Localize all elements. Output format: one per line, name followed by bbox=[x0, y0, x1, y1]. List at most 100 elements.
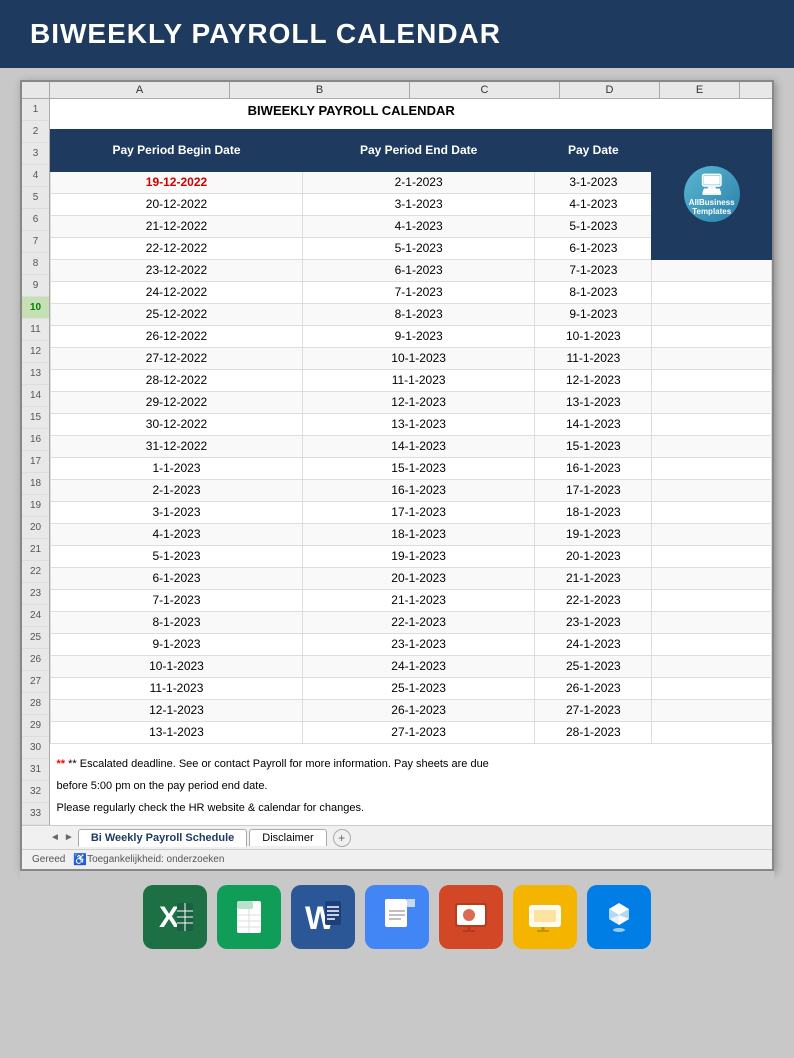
status-bar: Gereed ♿ Toegankelijkheid: onderzoeken bbox=[22, 849, 772, 869]
empty-row-2 bbox=[51, 121, 772, 129]
pay-date: 17-1-2023 bbox=[535, 479, 652, 501]
table-row: 27-12-2022 10-1-2023 11-1-2023 bbox=[51, 347, 772, 369]
tab-next-arrow[interactable]: ► bbox=[64, 832, 74, 843]
row-num-8: 8 bbox=[22, 253, 49, 275]
empty-d bbox=[652, 655, 772, 677]
begin-date: 31-12-2022 bbox=[51, 435, 303, 457]
empty-d bbox=[652, 545, 772, 567]
powerpoint-icon[interactable] bbox=[439, 885, 503, 949]
row-num-32: 32 bbox=[22, 781, 49, 803]
pay-date: 15-1-2023 bbox=[535, 435, 652, 457]
empty-d bbox=[652, 699, 772, 721]
note-text-2: before 5:00 pm on the pay period end dat… bbox=[51, 775, 772, 797]
row-num-header bbox=[22, 82, 50, 98]
end-date: 7-1-2023 bbox=[302, 281, 534, 303]
begin-date: 27-12-2022 bbox=[51, 347, 303, 369]
end-date: 27-1-2023 bbox=[302, 721, 534, 743]
dropbox-icon[interactable] bbox=[587, 885, 651, 949]
begin-date: 6-1-2023 bbox=[51, 567, 303, 589]
tab-add-button[interactable]: + bbox=[333, 829, 351, 847]
title-row: BIWEEKLY PAYROLL CALENDAR bbox=[51, 99, 772, 121]
begin-date: 26-12-2022 bbox=[51, 325, 303, 347]
spreadsheet-body: 1234567891011121314151617181920212223242… bbox=[22, 99, 772, 825]
row-num-13: 13 bbox=[22, 363, 49, 385]
tab-prev-arrow[interactable]: ◄ bbox=[50, 832, 60, 843]
note-row-3: Please regularly check the HR website & … bbox=[51, 797, 772, 819]
pay-date: 9-1-2023 bbox=[535, 303, 652, 325]
logo-line1: AllBusiness bbox=[689, 198, 735, 207]
spreadsheet-table: BIWEEKLY PAYROLL CALENDAR Pay Period Beg… bbox=[50, 99, 772, 819]
row-num-17: 17 bbox=[22, 451, 49, 473]
pay-date: 28-1-2023 bbox=[535, 721, 652, 743]
table-row: 8-1-2023 22-1-2023 23-1-2023 bbox=[51, 611, 772, 633]
logo-circle: 🖥 AllBusiness Templates bbox=[684, 166, 740, 222]
pay-date: 10-1-2023 bbox=[535, 325, 652, 347]
empty-d bbox=[652, 589, 772, 611]
empty-d bbox=[652, 325, 772, 347]
empty-d bbox=[652, 369, 772, 391]
pay-date: 19-1-2023 bbox=[535, 523, 652, 545]
end-date: 3-1-2023 bbox=[302, 193, 534, 215]
table-row: 23-12-2022 6-1-2023 7-1-2023 bbox=[51, 259, 772, 281]
row-num-28: 28 bbox=[22, 693, 49, 715]
tab-biweekly[interactable]: Bi Weekly Payroll Schedule bbox=[78, 829, 247, 847]
logo-cell: 🖥 AllBusiness Templates bbox=[652, 129, 772, 259]
page-title: BIWEEKLY PAYROLL CALENDAR bbox=[30, 18, 501, 50]
empty-d bbox=[652, 523, 772, 545]
end-date: 20-1-2023 bbox=[302, 567, 534, 589]
begin-date: 3-1-2023 bbox=[51, 501, 303, 523]
pay-date: 4-1-2023 bbox=[535, 193, 652, 215]
pay-date: 7-1-2023 bbox=[535, 259, 652, 281]
empty-d bbox=[652, 721, 772, 743]
row-num-24: 24 bbox=[22, 605, 49, 627]
row-num-29: 29 bbox=[22, 715, 49, 737]
pay-date: 5-1-2023 bbox=[535, 215, 652, 237]
pay-date: 16-1-2023 bbox=[535, 457, 652, 479]
pay-date: 6-1-2023 bbox=[535, 237, 652, 259]
pay-date: 23-1-2023 bbox=[535, 611, 652, 633]
table-row: 13-1-2023 27-1-2023 28-1-2023 bbox=[51, 721, 772, 743]
end-date: 22-1-2023 bbox=[302, 611, 534, 633]
row-num-33: 33 bbox=[22, 803, 49, 825]
begin-date: 24-12-2022 bbox=[51, 281, 303, 303]
spreadsheet-title: BIWEEKLY PAYROLL CALENDAR bbox=[51, 99, 652, 121]
pay-date: 14-1-2023 bbox=[535, 413, 652, 435]
row-num-5: 5 bbox=[22, 187, 49, 209]
pay-date: 25-1-2023 bbox=[535, 655, 652, 677]
table-row: 2-1-2023 16-1-2023 17-1-2023 bbox=[51, 479, 772, 501]
empty-d bbox=[652, 259, 772, 281]
empty-d bbox=[652, 435, 772, 457]
begin-date: 4-1-2023 bbox=[51, 523, 303, 545]
word-icon[interactable]: W bbox=[291, 885, 355, 949]
begin-date: 2-1-2023 bbox=[51, 479, 303, 501]
begin-date: 8-1-2023 bbox=[51, 611, 303, 633]
end-date: 9-1-2023 bbox=[302, 325, 534, 347]
begin-date: 28-12-2022 bbox=[51, 369, 303, 391]
end-date: 21-1-2023 bbox=[302, 589, 534, 611]
end-date: 12-1-2023 bbox=[302, 391, 534, 413]
red-date: 19-12-2022 bbox=[146, 175, 207, 189]
begin-date: 11-1-2023 bbox=[51, 677, 303, 699]
table-row: 24-12-2022 7-1-2023 8-1-2023 bbox=[51, 281, 772, 303]
table-row: 30-12-2022 13-1-2023 14-1-2023 bbox=[51, 413, 772, 435]
column-headers: A B C D E bbox=[22, 82, 772, 99]
google-docs-icon[interactable] bbox=[365, 885, 429, 949]
empty-d bbox=[652, 457, 772, 479]
logo-monitor-icon: 🖥 bbox=[699, 172, 724, 197]
pay-date: 26-1-2023 bbox=[535, 677, 652, 699]
empty-d bbox=[652, 391, 772, 413]
tab-disclaimer[interactable]: Disclaimer bbox=[249, 829, 326, 846]
excel-icon[interactable]: X bbox=[143, 885, 207, 949]
google-slides-icon[interactable] bbox=[513, 885, 577, 949]
logo-line2: Templates bbox=[692, 207, 731, 216]
table-row: 12-1-2023 26-1-2023 27-1-2023 bbox=[51, 699, 772, 721]
row-num-25: 25 bbox=[22, 627, 49, 649]
pay-date: 3-1-2023 bbox=[535, 171, 652, 193]
col-d-header: D bbox=[560, 82, 660, 98]
google-sheets-icon[interactable] bbox=[217, 885, 281, 949]
row-num-7: 7 bbox=[22, 231, 49, 253]
table-row: 29-12-2022 12-1-2023 13-1-2023 bbox=[51, 391, 772, 413]
main-container: A B C D E 123456789101112131415161718192… bbox=[0, 68, 794, 969]
end-date: 2-1-2023 bbox=[302, 171, 534, 193]
row-num-27: 27 bbox=[22, 671, 49, 693]
